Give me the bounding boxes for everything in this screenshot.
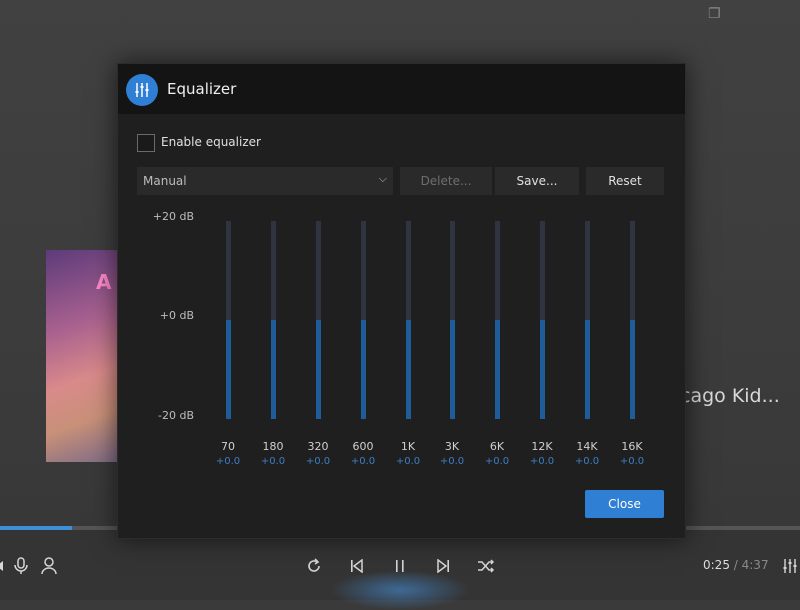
band-gain-label: +0.0 (350, 456, 376, 467)
band-gain-label: +0.0 (529, 456, 555, 467)
band-frequency-label: 3K (444, 440, 460, 453)
band-slider-1K[interactable] (406, 221, 411, 419)
track-title: cago Kid... (680, 385, 780, 407)
band-frequency-label: 600 (352, 440, 374, 453)
band-gain-label: +0.0 (260, 456, 286, 467)
band-frequency-label: 320 (307, 440, 329, 453)
repeat-icon[interactable] (303, 555, 325, 577)
band-slider-12K[interactable] (540, 221, 545, 419)
shuffle-icon[interactable] (475, 555, 497, 577)
preset-value: Manual (143, 174, 187, 188)
band-frequency-label: 14K (576, 440, 598, 453)
band-slider-fill (630, 320, 635, 419)
band-slider-3K[interactable] (450, 221, 455, 419)
band-slider-fill (585, 320, 590, 419)
band-frequency-label: 12K (531, 440, 553, 453)
band-slider-fill (361, 320, 366, 419)
current-time: 0:25 (703, 558, 730, 572)
band-slider-fill (316, 320, 321, 419)
save-preset-button[interactable]: Save... (495, 167, 579, 195)
restore-window-icon[interactable]: ❐ (708, 6, 724, 22)
band-slider-14K[interactable] (585, 221, 590, 419)
equalizer-toggle-icon[interactable] (779, 555, 800, 577)
band-frequency-label: 180 (262, 440, 284, 453)
band-slider-fill (450, 320, 455, 419)
reset-button[interactable]: Reset (586, 167, 664, 195)
band-gain-label: +0.0 (215, 456, 241, 467)
band-gain-label: +0.0 (439, 456, 465, 467)
band-gain-label: +0.0 (619, 456, 645, 467)
band-slider-fill (540, 320, 545, 419)
band-gain-label: +0.0 (395, 456, 421, 467)
db-label-mid: +0 dB (159, 309, 194, 322)
preset-dropdown[interactable]: Manual ⌵ (137, 167, 393, 195)
delete-preset-button[interactable]: Delete... (400, 167, 492, 195)
equalizer-icon (126, 74, 158, 106)
band-slider-fill (271, 320, 276, 419)
band-slider-fill (406, 320, 411, 419)
band-slider-fill (226, 320, 231, 419)
album-art-text: A (96, 270, 112, 294)
band-slider-16K[interactable] (630, 221, 635, 419)
band-slider-180[interactable] (271, 221, 276, 419)
band-slider-fill (495, 320, 500, 419)
db-label-top: +20 dB (152, 210, 194, 223)
band-frequency-label: 70 (221, 440, 235, 453)
enable-equalizer-label[interactable]: Enable equalizer (161, 135, 261, 149)
band-gain-label: +0.0 (574, 456, 600, 467)
previous-track-icon[interactable] (346, 555, 368, 577)
band-frequency-label: 1K (400, 440, 416, 453)
band-gain-label: +0.0 (484, 456, 510, 467)
band-slider-6K[interactable] (495, 221, 500, 419)
band-frequency-label: 6K (489, 440, 505, 453)
band-gain-label: +0.0 (305, 456, 331, 467)
equalizer-dialog: Equalizer Enable equalizer Manual ⌵ Dele… (117, 63, 686, 539)
pause-icon[interactable] (389, 555, 411, 577)
total-time: 4:37 (741, 558, 769, 572)
dialog-header: Equalizer (118, 64, 685, 114)
band-slider-600[interactable] (361, 221, 366, 419)
time-separator: / (729, 558, 742, 572)
next-track-icon[interactable] (432, 555, 454, 577)
playback-time: 0:25 / 4:37 (703, 558, 769, 572)
enable-equalizer-checkbox[interactable] (137, 134, 155, 152)
chevron-down-icon: ⌵ (378, 172, 387, 185)
band-slider-320[interactable] (316, 221, 321, 419)
band-slider-70[interactable] (226, 221, 231, 419)
user-icon[interactable] (38, 555, 60, 577)
band-frequency-label: 16K (621, 440, 643, 453)
microphone-icon[interactable] (10, 555, 32, 577)
db-label-bottom: -20 dB (158, 409, 194, 422)
close-button[interactable]: Close (585, 490, 664, 518)
dialog-title: Equalizer (167, 80, 237, 98)
